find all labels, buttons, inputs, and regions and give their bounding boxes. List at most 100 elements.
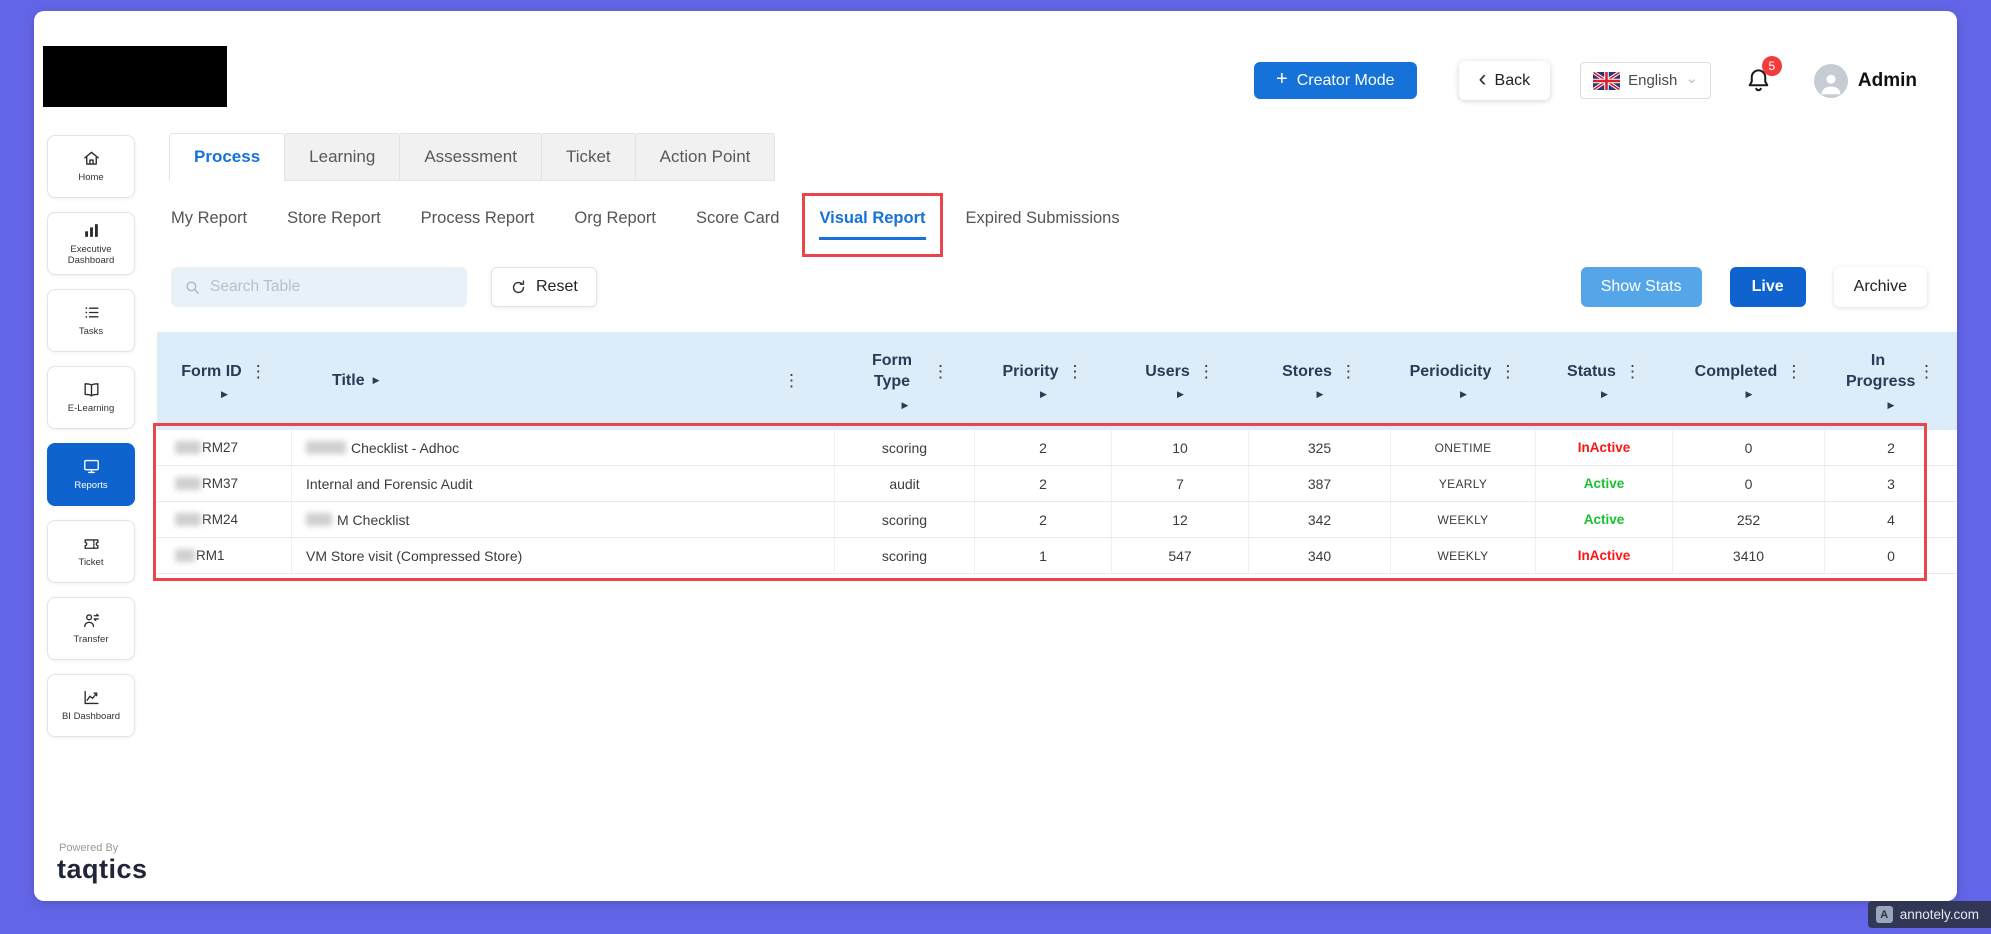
sidebar-item-label: Ticket <box>76 557 107 568</box>
tab-assessment[interactable]: Assessment <box>399 133 542 181</box>
cell-users: 547 <box>1112 538 1249 573</box>
tab-process[interactable]: Process <box>169 133 285 181</box>
live-button[interactable]: Live <box>1730 267 1806 307</box>
user-menu[interactable]: Admin <box>1814 64 1917 98</box>
annotely-watermark: A annotely.com <box>1868 901 1991 928</box>
tab-expired-submissions[interactable]: Expired Submissions <box>966 209 1120 237</box>
person-icon <box>1816 68 1846 98</box>
column-label: Completed <box>1695 362 1778 383</box>
cell-status: Active <box>1536 466 1673 501</box>
refresh-icon <box>510 279 527 296</box>
toolbar-right-actions: Show Stats Live Archive <box>1581 267 1927 307</box>
creator-mode-button[interactable]: + Creator Mode <box>1254 62 1417 99</box>
search-input[interactable] <box>210 278 454 296</box>
table-row[interactable]: RM27 Checklist - Adhoc scoring 2 10 325 … <box>157 430 1957 466</box>
sort-arrow-icon[interactable]: ▶ <box>1317 389 1324 400</box>
column-menu-icon[interactable]: ⋮ <box>1624 362 1642 382</box>
column-menu-icon[interactable]: ⋮ <box>250 362 268 382</box>
cell-form-id: RM1 <box>157 538 292 573</box>
column-header-priority[interactable]: Priority ⋮ ▶ <box>975 332 1112 430</box>
column-header-title[interactable]: Title ▶ ⋮ <box>292 332 835 430</box>
column-menu-icon[interactable]: ⋮ <box>932 362 950 382</box>
column-header-stores[interactable]: Stores ⋮ ▶ <box>1249 332 1391 430</box>
sidebar-item-home[interactable]: Home <box>47 135 135 198</box>
table-row[interactable]: RM37 Internal and Forensic Audit audit 2… <box>157 466 1957 502</box>
search-box[interactable] <box>171 267 467 307</box>
column-header-users[interactable]: Users ⋮ ▶ <box>1112 332 1249 430</box>
sort-arrow-icon[interactable]: ▶ <box>221 389 228 400</box>
column-menu-icon[interactable]: ⋮ <box>1499 362 1517 382</box>
back-label: Back <box>1495 72 1531 90</box>
ticket-icon <box>82 534 101 553</box>
sidebar: Home Executive Dashboard Tasks E-Learnin… <box>47 135 135 737</box>
sidebar-item-transfer[interactable]: Transfer <box>47 597 135 660</box>
sidebar-item-e-learning[interactable]: E-Learning <box>47 366 135 429</box>
column-menu-icon[interactable]: ⋮ <box>1785 362 1803 382</box>
column-label: Title <box>332 371 365 392</box>
tab-org-report[interactable]: Org Report <box>574 209 656 237</box>
tab-visual-report[interactable]: Visual Report <box>819 209 925 240</box>
table-header: Form ID ⋮ ▶ Title ▶ ⋮ Form Type ⋮ <box>157 332 1957 430</box>
footer-branding: Powered By taqtics <box>57 842 148 883</box>
creator-mode-label: Creator Mode <box>1297 72 1395 90</box>
sidebar-item-label: Executive Dashboard <box>48 244 134 267</box>
language-label: English <box>1628 72 1677 89</box>
column-header-in-progress[interactable]: In Progress ⋮ ▶ <box>1825 332 1957 430</box>
column-menu-icon[interactable]: ⋮ <box>783 371 801 391</box>
show-stats-button[interactable]: Show Stats <box>1581 267 1702 307</box>
plus-icon: + <box>1276 68 1288 91</box>
tab-my-report[interactable]: My Report <box>171 209 247 237</box>
cell-priority: 2 <box>975 502 1112 537</box>
book-icon <box>82 380 101 399</box>
tab-ticket[interactable]: Ticket <box>541 133 636 181</box>
column-header-completed[interactable]: Completed ⋮ ▶ <box>1673 332 1825 430</box>
column-label: Users <box>1145 362 1189 383</box>
sort-arrow-icon[interactable]: ▶ <box>902 400 909 411</box>
cell-form-id: RM27 <box>157 430 292 465</box>
reset-button[interactable]: Reset <box>491 267 597 307</box>
notifications-button[interactable]: 5 <box>1745 67 1772 94</box>
sidebar-item-ticket[interactable]: Ticket <box>47 520 135 583</box>
table-row[interactable]: RM24 M Checklist scoring 2 12 342 WEEKLY… <box>157 502 1957 538</box>
reset-label: Reset <box>536 278 578 296</box>
tab-store-report[interactable]: Store Report <box>287 209 381 237</box>
column-menu-icon[interactable]: ⋮ <box>1918 362 1936 382</box>
sort-arrow-icon[interactable]: ▶ <box>1888 400 1895 411</box>
sidebar-item-reports[interactable]: Reports <box>47 443 135 506</box>
column-header-form-type[interactable]: Form Type ⋮ ▶ <box>835 332 975 430</box>
sidebar-item-bi-dashboard[interactable]: BI Dashboard <box>47 674 135 737</box>
sort-arrow-icon[interactable]: ▶ <box>1177 389 1184 400</box>
sidebar-item-executive-dashboard[interactable]: Executive Dashboard <box>47 212 135 275</box>
tab-learning[interactable]: Learning <box>284 133 400 181</box>
tab-process-report[interactable]: Process Report <box>421 209 535 237</box>
archive-button[interactable]: Archive <box>1834 267 1927 307</box>
tab-action-point[interactable]: Action Point <box>635 133 776 181</box>
column-header-status[interactable]: Status ⋮ ▶ <box>1536 332 1673 430</box>
column-menu-icon[interactable]: ⋮ <box>1340 362 1358 382</box>
powered-by-label: Powered By <box>59 842 148 854</box>
sort-arrow-icon[interactable]: ▶ <box>1601 389 1608 400</box>
monitor-icon <box>82 457 101 476</box>
cell-priority: 2 <box>975 466 1112 501</box>
language-selector[interactable]: English ⌄ <box>1580 62 1711 99</box>
user-name: Admin <box>1858 70 1917 92</box>
cell-form-type: scoring <box>835 538 975 573</box>
sort-arrow-icon[interactable]: ▶ <box>1460 389 1467 400</box>
sort-arrow-icon[interactable]: ▶ <box>373 375 380 386</box>
column-header-form-id[interactable]: Form ID ⋮ ▶ <box>157 332 292 430</box>
column-menu-icon[interactable]: ⋮ <box>1198 362 1216 382</box>
tab-score-card[interactable]: Score Card <box>696 209 779 237</box>
cell-in-progress: 2 <box>1825 430 1957 465</box>
column-menu-icon[interactable]: ⋮ <box>1067 362 1085 382</box>
table-row[interactable]: RM1 VM Store visit (Compressed Store) sc… <box>157 538 1957 574</box>
column-header-periodicity[interactable]: Periodicity ⋮ ▶ <box>1391 332 1536 430</box>
main-content: Process Learning Assessment Ticket Actio… <box>157 133 1957 574</box>
sidebar-item-tasks[interactable]: Tasks <box>47 289 135 352</box>
column-label: Status <box>1567 362 1616 383</box>
cell-users: 10 <box>1112 430 1249 465</box>
back-button[interactable]: ‹ Back <box>1459 61 1551 100</box>
annotely-label: annotely.com <box>1900 907 1979 922</box>
sort-arrow-icon[interactable]: ▶ <box>1746 389 1753 400</box>
column-label: Stores <box>1282 362 1332 383</box>
sort-arrow-icon[interactable]: ▶ <box>1040 389 1047 400</box>
